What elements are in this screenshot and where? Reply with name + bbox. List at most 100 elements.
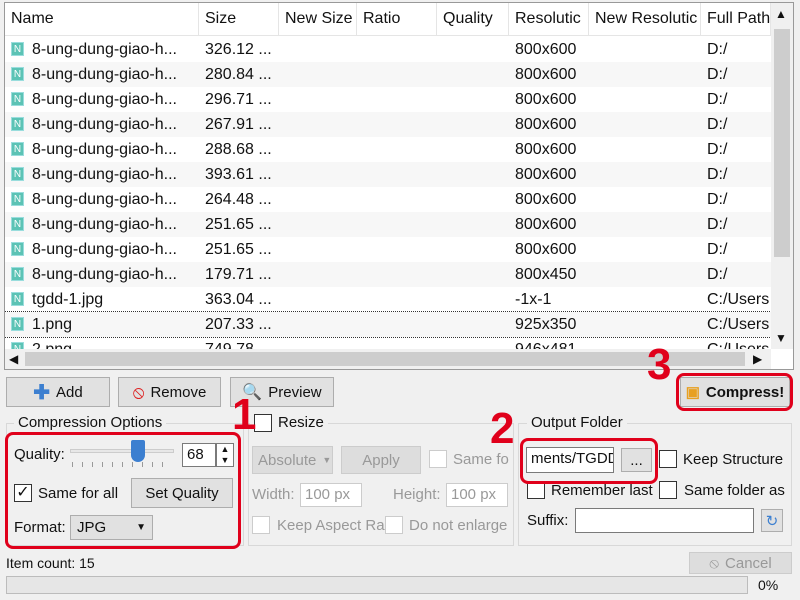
progress-bar (6, 576, 748, 594)
resize-mode-value: Absolute (258, 451, 317, 469)
remove-label: Remove (150, 383, 207, 401)
table-row[interactable]: N 1.png 207.33 ... 925x350 C:/Users (5, 311, 772, 338)
cell-name: N 8-ung-dung-giao-h... (5, 191, 199, 209)
col-name[interactable]: Name (5, 3, 199, 35)
col-quality[interactable]: Quality (437, 3, 509, 35)
table-row[interactable]: N 8-ung-dung-giao-h... 326.12 ... 800x600 D:… (5, 37, 771, 62)
scroll-left-icon[interactable]: ◀ (9, 352, 18, 366)
cell-size: 363.04 ... (199, 291, 279, 309)
table-row[interactable]: N 8-ung-dung-giao-h... 280.84 ... 800x600 D:… (5, 62, 771, 87)
table-row[interactable]: N 8-ung-dung-giao-h... 251.65 ... 800x600 D:… (5, 237, 771, 262)
cell-resolution: 800x600 (509, 191, 589, 209)
add-button[interactable]: ✚ Add (6, 377, 110, 407)
col-size[interactable]: Size (199, 3, 279, 35)
scroll-thumb[interactable] (774, 29, 790, 257)
col-ratio[interactable]: Ratio (357, 3, 437, 35)
resize-checkbox[interactable] (254, 414, 272, 432)
cell-size: 280.84 ... (199, 66, 279, 84)
cell-name: Ntgdd-1.jpg (5, 291, 199, 309)
cell-resolution: 800x600 (509, 141, 589, 159)
col-full-path[interactable]: Full Path (701, 3, 771, 35)
cancel-icon: ⦸ (709, 554, 720, 572)
height-label: Height: (393, 486, 441, 503)
cell-size-text: 179.71 ... (205, 265, 272, 283)
table-row[interactable]: N 8-ung-dung-giao-h... 393.61 ... 800x600 D:… (5, 162, 771, 187)
cell-resolution-text: 800x600 (515, 165, 577, 183)
cell-full-path-text: D:/ (707, 40, 728, 58)
height-input[interactable]: 100 px (446, 483, 508, 507)
keep-aspect-checkbox[interactable] (252, 516, 270, 534)
cell-resolution-text: 800x600 (515, 115, 577, 133)
width-input[interactable]: 100 px (300, 483, 362, 507)
cell-size-text: 207.33 ... (205, 315, 272, 333)
suffix-label: Suffix: (527, 512, 569, 529)
h-scroll-thumb[interactable] (25, 352, 745, 366)
cell-full-path-text: C:/Users (707, 315, 770, 333)
cell-name: N 8-ung-dung-giao-h... (5, 116, 199, 134)
col-new-size[interactable]: New Size (279, 3, 357, 35)
cell-resolution-text: 925x350 (515, 315, 577, 333)
table-row[interactable]: N 8-ung-dung-giao-h... 179.71 ... 800x450 D:… (5, 262, 771, 287)
cell-size: 251.65 ... (199, 241, 279, 259)
cell-name: N 8-ung-dung-giao-h... (5, 141, 199, 159)
apply-button[interactable]: Apply (341, 446, 421, 474)
cell-name: N 8-ung-dung-giao-h... (5, 241, 199, 259)
table-row[interactable]: N 8-ung-dung-giao-h... 267.91 ... 800x600 D:… (5, 112, 771, 137)
no-enlarge-checkbox[interactable] (385, 516, 403, 534)
cell-full-path: D:/ (701, 216, 771, 234)
annotation-box-1 (5, 432, 241, 549)
file-list[interactable]: Name Size New Size Ratio Quality Resolut… (4, 2, 794, 370)
col-resolution[interactable]: Resolutic (509, 3, 589, 35)
cell-resolution: -1x-1 (509, 291, 589, 309)
table-row[interactable]: Ntgdd-1.jpg 363.04 ... -1x-1 C:/Users (5, 287, 771, 312)
cell-size-text: 251.65 ... (205, 240, 272, 258)
keep-structure-label: Keep Structure (683, 451, 784, 468)
image-file-icon: N (11, 317, 24, 332)
cell-name-text: 8-ung-dung-giao-h... (32, 40, 177, 58)
col-new-resolution[interactable]: New Resolutic (589, 3, 701, 35)
cell-full-path: C:/Users (701, 291, 771, 309)
same-for-checkbox[interactable] (429, 450, 447, 468)
cell-full-path-text: D:/ (707, 190, 728, 208)
cancel-button[interactable]: ⦸ Cancel (689, 552, 792, 574)
vertical-scrollbar[interactable]: ▲ ▼ (771, 3, 793, 349)
cell-size-text: 251.65 ... (205, 215, 272, 233)
cell-size: 179.71 ... (199, 266, 279, 284)
cell-full-path: D:/ (701, 66, 771, 84)
no-entry-icon: ⦸ (132, 381, 145, 402)
table-row[interactable]: N 8-ung-dung-giao-h... 288.68 ... 800x600 D:… (5, 137, 771, 162)
resize-mode-select[interactable]: Absolute ▼ (252, 446, 333, 474)
table-row[interactable]: N 8-ung-dung-giao-h... 296.71 ... 800x600 D:… (5, 87, 771, 112)
refresh-icon: ↻ (765, 512, 779, 530)
image-file-icon: N (11, 242, 24, 257)
cell-full-path-text: C:/Users (707, 290, 770, 308)
cell-resolution-text: 800x600 (515, 215, 577, 233)
image-file-icon: N (11, 117, 24, 132)
table-row[interactable]: N 8-ung-dung-giao-h... 264.48 ... 800x600 D:… (5, 187, 771, 212)
table-row[interactable]: N 8-ung-dung-giao-h... 251.65 ... 800x600 D:… (5, 212, 771, 237)
list-header: Name Size New Size Ratio Quality Resolut… (5, 3, 771, 36)
keep-aspect-label: Keep Aspect Ra (277, 517, 385, 534)
cell-name-text: tgdd-1.jpg (32, 290, 104, 308)
add-label: Add (56, 383, 83, 401)
width-label: Width: (252, 486, 295, 503)
compression-options-title: Compression Options (14, 414, 167, 431)
same-folder-checkbox[interactable] (659, 481, 677, 499)
scroll-up-icon[interactable]: ▲ (775, 7, 787, 21)
keep-structure-checkbox[interactable] (659, 450, 677, 468)
cell-resolution: 800x450 (509, 266, 589, 284)
scroll-right-icon[interactable]: ▶ (753, 352, 762, 366)
reset-suffix-button[interactable]: ↻ (761, 509, 783, 532)
cell-resolution-text: 800x600 (515, 40, 577, 58)
image-file-icon: N (11, 292, 24, 307)
cell-size-text: 280.84 ... (205, 65, 272, 83)
output-folder-title: Output Folder (527, 414, 627, 431)
cell-size: 296.71 ... (199, 91, 279, 109)
cell-name: N 8-ung-dung-giao-h... (5, 41, 199, 59)
suffix-input[interactable] (575, 508, 754, 533)
plus-icon: ✚ (33, 381, 51, 404)
scroll-down-icon[interactable]: ▼ (775, 331, 787, 345)
cell-full-path: D:/ (701, 191, 771, 209)
remove-button[interactable]: ⦸ Remove (118, 377, 221, 407)
no-enlarge-label: Do not enlarge (409, 517, 508, 534)
